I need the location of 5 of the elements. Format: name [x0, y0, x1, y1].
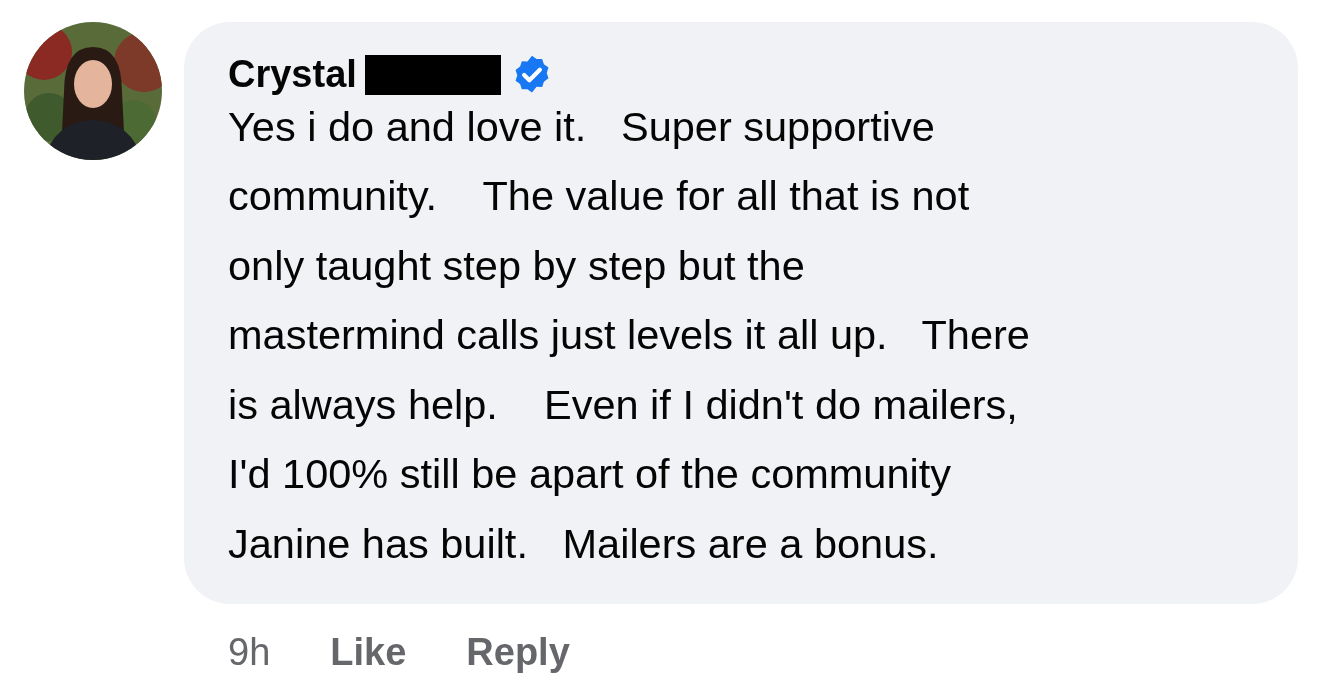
action-link[interactable]: Like [330, 624, 407, 682]
comment-text: Yes i do and love it. Super supportive community. The value for all that is not only taught step by step but the mastermind calls just levels it all up. There is always help. Even if I didn't do mailers, I'd 100% still be apart of the community Janine has built. Mailers are a bonus. [228, 101, 1031, 569]
action-link[interactable]: Reply [466, 624, 570, 682]
timestamp[interactable]: 9h [228, 624, 271, 682]
author-name[interactable]: Crystal [228, 52, 357, 98]
